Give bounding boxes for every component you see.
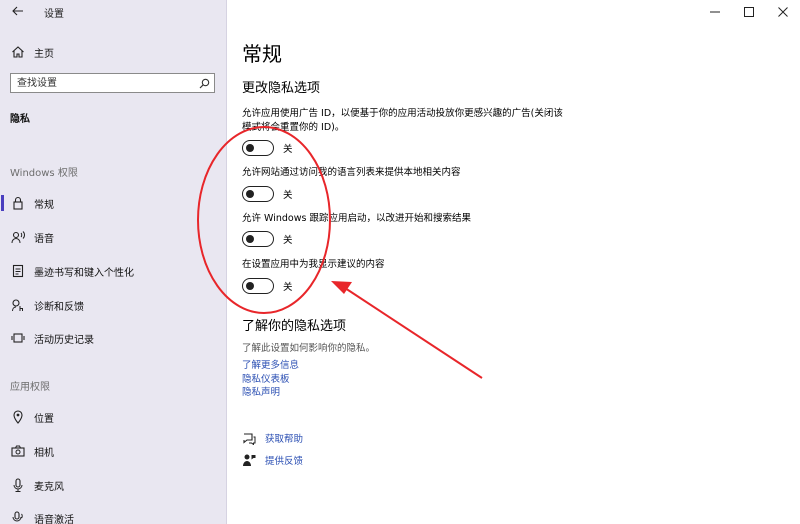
activity-history-icon — [10, 330, 26, 346]
sidebar-item-label: 位置 — [34, 413, 54, 425]
language-list-toggle[interactable] — [242, 186, 274, 202]
home-icon — [10, 44, 26, 60]
option-description: 允许网站通过访问我的语言列表来提供本地相关内容 — [242, 167, 461, 178]
get-help-link[interactable]: 获取帮助 — [242, 431, 303, 445]
search-input[interactable] — [17, 76, 192, 90]
toggle-state-label: 关 — [283, 190, 293, 201]
toggle-state-label: 关 — [283, 144, 293, 155]
minimize-icon[interactable] — [698, 0, 732, 24]
close-icon[interactable] — [766, 0, 800, 24]
option-description: 允许应用使用广告 ID，以便基于你的应用活动投放你更感兴趣的广告(关闭该模式将会… — [242, 108, 563, 133]
sidebar-item-voice-activation[interactable]: 语音激活 — [0, 505, 227, 524]
option-description: 在设置应用中为我显示建议的内容 — [242, 259, 385, 270]
sidebar-item-label: 活动历史记录 — [34, 334, 94, 346]
sidebar-section-title: 隐私 — [10, 114, 30, 125]
group-heading-windows-permissions: Windows 权限 — [10, 168, 78, 179]
sidebar-item-home[interactable]: 主页 — [0, 40, 227, 64]
option-toggle-row: 关 — [242, 186, 293, 202]
sidebar-item-microphone[interactable]: 麦克风 — [0, 472, 227, 498]
sidebar-item-activity-history[interactable]: 活动历史记录 — [0, 325, 227, 351]
group-heading-app-permissions: 应用权限 — [10, 382, 50, 393]
diagnostics-icon — [10, 297, 26, 313]
lock-icon — [10, 195, 26, 211]
toggle-knob — [246, 234, 254, 243]
camera-icon — [10, 443, 26, 459]
help-chat-icon — [242, 431, 256, 445]
feedback-icon — [242, 453, 256, 467]
toggle-knob — [246, 281, 254, 290]
give-feedback-label: 提供反馈 — [265, 456, 304, 467]
sidebar-item-label: 诊断和反馈 — [34, 301, 84, 313]
app-launch-tracking-toggle[interactable] — [242, 231, 274, 247]
toggle-state-label: 关 — [283, 282, 293, 293]
sidebar-item-label: 墨迹书写和键入个性化 — [34, 267, 134, 279]
microphone-icon — [10, 477, 26, 493]
back-arrow-icon[interactable] — [10, 3, 26, 19]
option-toggle-row: 关 — [242, 278, 293, 294]
voice-activation-icon — [10, 510, 26, 524]
toggle-knob — [246, 189, 254, 198]
toggle-state-label: 关 — [283, 235, 293, 246]
advertising-id-toggle[interactable] — [242, 140, 274, 156]
sidebar: 设置 主页 隐私 Windows 权限 常规 语音 墨迹书写和键入个性化 — [0, 0, 227, 524]
search-icon[interactable] — [197, 76, 211, 90]
sidebar-item-camera[interactable]: 相机 — [0, 438, 227, 464]
give-feedback-link[interactable]: 提供反馈 — [242, 453, 303, 467]
location-icon — [10, 409, 26, 425]
learn-section-title: 了解你的隐私选项 — [242, 319, 347, 334]
sidebar-item-label: 相机 — [34, 447, 54, 459]
option-description: 允许 Windows 跟踪应用启动，以改进开始和搜索结果 — [242, 213, 471, 224]
maximize-icon[interactable] — [732, 0, 766, 24]
learn-more-link[interactable]: 了解更多信息 — [242, 357, 299, 371]
speech-icon — [10, 229, 26, 245]
sidebar-item-label: 常规 — [34, 199, 54, 211]
app-title: 设置 — [44, 9, 64, 20]
section-title: 更改隐私选项 — [242, 81, 321, 96]
sidebar-item-label: 语音激活 — [34, 514, 74, 524]
privacy-dashboard-link[interactable]: 隐私仪表板 — [242, 371, 290, 385]
sidebar-item-location[interactable]: 位置 — [0, 404, 227, 430]
main-content: 常规 更改隐私选项 允许应用使用广告 ID，以便基于你的应用活动投放你更感兴趣的… — [227, 0, 800, 524]
get-help-label: 获取帮助 — [265, 434, 304, 445]
privacy-statement-link[interactable]: 隐私声明 — [242, 384, 280, 398]
suggested-content-toggle[interactable] — [242, 278, 274, 294]
sidebar-item-label: 主页 — [34, 48, 54, 60]
sidebar-item-speech[interactable]: 语音 — [0, 224, 227, 250]
sidebar-item-label: 麦克风 — [34, 481, 64, 493]
window-controls — [698, 0, 800, 24]
sidebar-item-label: 语音 — [34, 233, 54, 245]
sidebar-item-general[interactable]: 常规 — [0, 190, 227, 216]
option-toggle-row: 关 — [242, 140, 293, 156]
sidebar-item-inking-typing[interactable]: 墨迹书写和键入个性化 — [0, 258, 227, 284]
toggle-knob — [246, 143, 254, 152]
notepad-icon — [10, 263, 26, 279]
page-title: 常规 — [242, 42, 282, 66]
option-toggle-row: 关 — [242, 231, 293, 247]
title-bar: 设置 — [0, 0, 227, 24]
learn-description: 了解此设置如何影响你的隐私。 — [242, 343, 376, 354]
sidebar-item-diagnostics[interactable]: 诊断和反馈 — [0, 292, 227, 318]
search-box — [10, 73, 215, 93]
